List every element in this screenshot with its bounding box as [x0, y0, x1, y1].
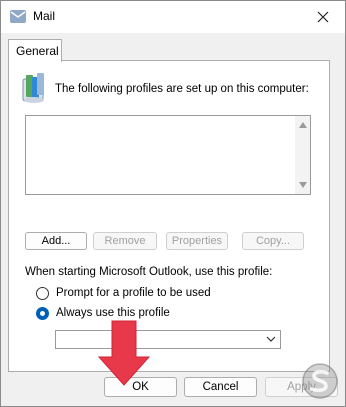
profiles-icon: [22, 73, 44, 103]
prompt-profile-label: Prompt for a profile to be used: [56, 287, 211, 299]
tab-general-label: General: [16, 44, 59, 58]
tab-general[interactable]: General: [8, 39, 62, 62]
properties-button[interactable]: Properties: [166, 232, 228, 250]
red-arrow-icon: [97, 320, 151, 386]
title-bar: Mail: [1, 1, 345, 33]
scroll-down-icon: [298, 182, 307, 188]
startup-label: When starting Microsoft Outlook, use thi…: [25, 266, 273, 278]
scroll-up-button[interactable]: [295, 118, 310, 132]
scroll-down-button[interactable]: [295, 178, 310, 192]
prompt-profile-option[interactable]: Prompt for a profile to be used: [36, 285, 211, 301]
profiles-scrollbar[interactable]: [295, 116, 310, 194]
remove-profile-button[interactable]: Remove: [93, 232, 157, 250]
add-profile-button[interactable]: Add...: [25, 232, 87, 250]
close-button[interactable]: [301, 1, 345, 33]
mail-app-icon: [10, 10, 26, 23]
always-use-profile-label: Always use this profile: [56, 307, 170, 319]
dropdown-arrow-icon: [266, 336, 276, 342]
cancel-button[interactable]: Cancel: [184, 377, 257, 397]
scroll-up-icon: [298, 122, 307, 128]
profiles-intro-text: The following profiles are set up on thi…: [55, 83, 309, 95]
profiles-listbox[interactable]: [25, 115, 311, 195]
copy-profile-button[interactable]: Copy...: [242, 232, 304, 250]
always-use-profile-radio[interactable]: [36, 306, 49, 320]
general-panel: The following profiles are set up on thi…: [8, 60, 330, 372]
mail-dialog: Mail General The following profiles are …: [0, 0, 346, 407]
window-title: Mail: [33, 9, 56, 23]
prompt-profile-radio[interactable]: [36, 286, 49, 300]
profile-select[interactable]: [55, 330, 281, 349]
close-icon: [317, 11, 329, 23]
watermark-logo: [302, 363, 338, 399]
